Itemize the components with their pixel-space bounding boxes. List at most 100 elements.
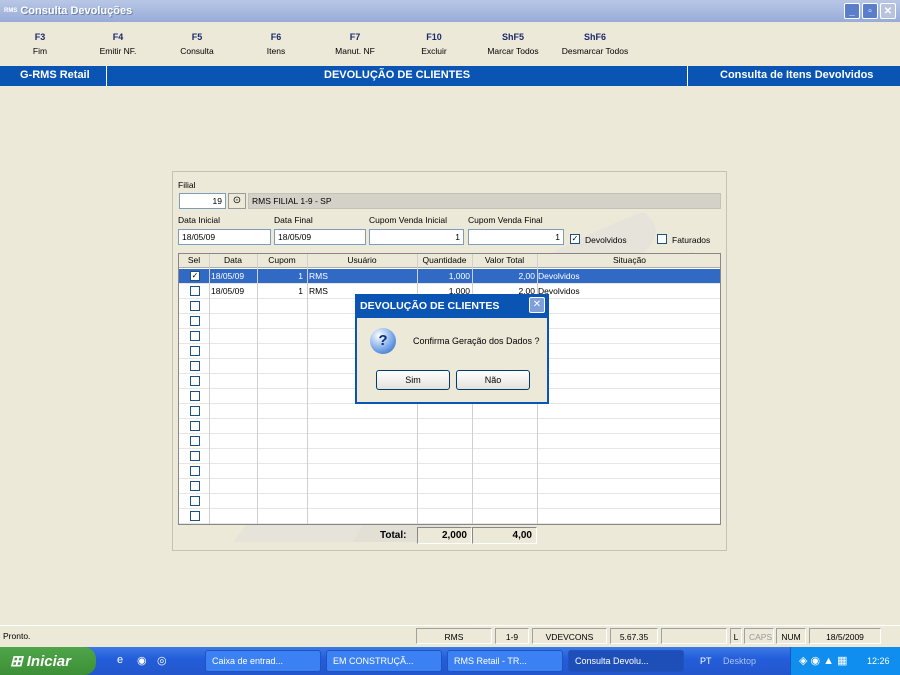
row-select-checkbox[interactable] [190, 316, 200, 326]
filial-input[interactable]: 19 [179, 193, 226, 209]
row-select-checkbox[interactable] [190, 361, 200, 371]
banner-app-name: G-RMS Retail [20, 69, 90, 81]
window-titlebar: RMS Consulta Devoluções _ ▫ ✕ [0, 0, 900, 22]
cell-cupom: 1 [298, 271, 303, 281]
cell-valor: 2,00 [518, 271, 535, 281]
desktop-toolbar[interactable]: Desktop [723, 656, 756, 666]
cupom-final-input[interactable]: 1 [468, 229, 564, 245]
status-message: Pronto. [3, 631, 31, 641]
shf6-desmarcar-todos-button[interactable]: ShF6 Desmarcar Todos [557, 32, 633, 56]
windows-taskbar: ⊞ Iniciar e ◉ ◎ Caixa de entrad... EM CO… [0, 647, 900, 675]
row-select-checkbox[interactable] [190, 421, 200, 431]
cupom-inicial-input[interactable]: 1 [369, 229, 464, 245]
status-program: VDEVCONS [532, 628, 607, 644]
status-num: NUM [776, 628, 806, 644]
col-sel[interactable]: Sel [179, 255, 209, 265]
devolvidos-label: Devolvidos [585, 235, 627, 245]
firefox-icon[interactable]: ◎ [157, 654, 167, 667]
f10-excluir-button[interactable]: F10 Excluir [399, 32, 469, 56]
f5-consulta-button[interactable]: F5 Consulta [162, 32, 232, 56]
confirm-dialog: DEVOLUÇÃO DE CLIENTES ✕ ? Confirma Geraç… [355, 294, 549, 404]
status-date: 18/5/2009 [809, 628, 881, 644]
taskbar-item-word[interactable]: EM CONSTRUÇÃ... [326, 650, 442, 672]
row-select-checkbox[interactable] [190, 496, 200, 506]
col-situacao[interactable]: Situação [537, 255, 720, 265]
table-row[interactable] [179, 479, 720, 494]
table-header: Sel Data Cupom Usuário Quantidade Valor … [179, 254, 720, 268]
table-row[interactable] [179, 404, 720, 419]
maximize-button[interactable]: ▫ [862, 3, 878, 19]
f7-manut-nf-button[interactable]: F7 Manut. NF [320, 32, 390, 56]
row-select-checkbox[interactable] [190, 391, 200, 401]
col-valor-total[interactable]: Valor Total [472, 255, 537, 265]
shf5-marcar-todos-button[interactable]: ShF5 Marcar Todos [478, 32, 548, 56]
f3-fim-button[interactable]: F3 Fim [5, 32, 75, 56]
minimize-button[interactable]: _ [844, 3, 860, 19]
table-row[interactable]: ✓ 18/05/09 1 RMS 1,000 2,00 Devolvidos [179, 269, 720, 284]
system-tray: ◈ ◉ ▲ ▦ 12:26 [790, 647, 900, 675]
row-select-checkbox[interactable] [190, 331, 200, 341]
tray-icons[interactable]: ◈ ◉ ▲ ▦ [799, 654, 848, 667]
f4-emitir-nf-button[interactable]: F4 Emitir NF. [83, 32, 153, 56]
close-button[interactable]: ✕ [880, 3, 896, 19]
filial-description: RMS FILIAL 1-9 - SP [248, 193, 721, 209]
windows-logo-icon: ⊞ [10, 653, 27, 670]
row-select-checkbox[interactable] [190, 286, 200, 296]
cell-data: 18/05/09 [211, 286, 245, 296]
yes-button[interactable]: Sim [376, 370, 450, 390]
question-icon: ? [370, 328, 396, 354]
table-row[interactable] [179, 494, 720, 509]
f6-itens-button[interactable]: F6 Itens [241, 32, 311, 56]
filial-label: Filial [178, 180, 196, 190]
col-cupom[interactable]: Cupom [257, 255, 307, 265]
row-select-checkbox[interactable] [190, 406, 200, 416]
status-version: 5.67.35 [610, 628, 658, 644]
row-select-checkbox[interactable]: ✓ [190, 271, 200, 281]
browser-icon[interactable]: ◉ [137, 654, 147, 667]
data-inicial-label: Data Inicial [178, 215, 221, 225]
clock[interactable]: 12:26 [867, 656, 890, 666]
row-select-checkbox[interactable] [190, 511, 200, 521]
col-usuario[interactable]: Usuário [307, 255, 417, 265]
taskbar-item-rms-retail[interactable]: RMS Retail - TR... [447, 650, 563, 672]
row-select-checkbox[interactable] [190, 466, 200, 476]
cupom-inicial-label: Cupom Venda Inicial [369, 215, 447, 225]
row-select-checkbox[interactable] [190, 436, 200, 446]
status-l: L [730, 628, 742, 644]
window-title: Consulta Devoluções [20, 5, 133, 17]
cupom-final-label: Cupom Venda Final [468, 215, 543, 225]
no-button[interactable]: Não [456, 370, 530, 390]
total-quantidade: 2,000 [417, 527, 472, 544]
table-row[interactable] [179, 449, 720, 464]
cell-quantidade: 1,000 [448, 271, 470, 281]
status-empty [661, 628, 727, 644]
taskbar-item-email[interactable]: Caixa de entrad... [205, 650, 321, 672]
taskbar-item-consulta[interactable]: Consulta Devolu... [568, 650, 684, 672]
col-data[interactable]: Data [209, 255, 257, 265]
row-select-checkbox[interactable] [190, 451, 200, 461]
row-select-checkbox[interactable] [190, 376, 200, 386]
table-row[interactable] [179, 509, 720, 524]
dialog-close-icon[interactable]: ✕ [529, 297, 545, 313]
row-select-checkbox[interactable] [190, 301, 200, 311]
start-button[interactable]: ⊞ Iniciar [0, 647, 96, 675]
faturados-checkbox[interactable] [657, 234, 667, 244]
devolvidos-checkbox[interactable]: ✓ [570, 234, 580, 244]
dialog-title: DEVOLUÇÃO DE CLIENTES [355, 294, 549, 318]
app-logo: RMS [4, 8, 18, 14]
table-row[interactable] [179, 419, 720, 434]
table-row[interactable] [179, 464, 720, 479]
banner-screen-title: Consulta de Itens Devolvidos [720, 69, 874, 81]
language-indicator[interactable]: PT [700, 656, 712, 666]
col-quantidade[interactable]: Quantidade [417, 255, 472, 265]
row-select-checkbox[interactable] [190, 346, 200, 356]
status-caps: CAPS [744, 628, 774, 644]
ie-icon[interactable]: e [117, 654, 123, 666]
row-select-checkbox[interactable] [190, 481, 200, 491]
status-user: RMS [416, 628, 492, 644]
table-row[interactable] [179, 434, 720, 449]
data-final-input[interactable]: 18/05/09 [274, 229, 366, 245]
binoculars-search-icon[interactable]: ⊙ [228, 193, 246, 209]
status-filial: 1-9 [495, 628, 529, 644]
data-inicial-input[interactable]: 18/05/09 [178, 229, 271, 245]
